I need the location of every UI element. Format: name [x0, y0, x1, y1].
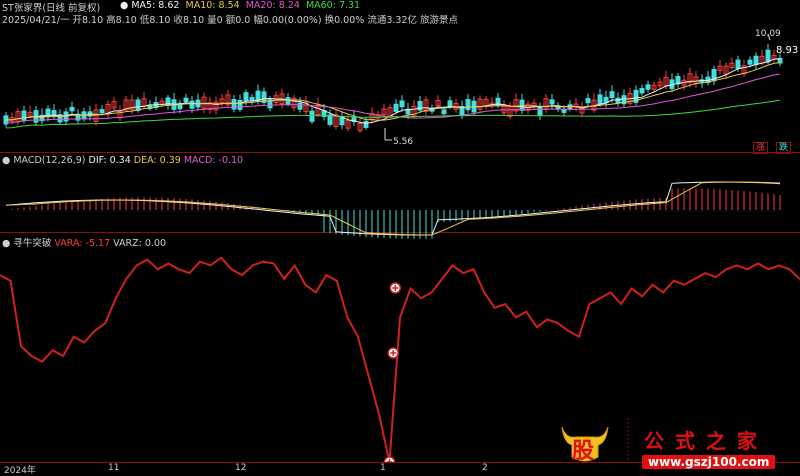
price-candle-body [537, 106, 543, 116]
price-candle-body [99, 109, 105, 114]
macd-dea-line [5, 181, 781, 236]
price-candle-body [549, 99, 555, 105]
price-candle-body [465, 99, 471, 111]
price-candle-body [363, 120, 369, 128]
price-candle-body [255, 90, 261, 102]
x-label-12: 12 [235, 463, 247, 473]
brand-url[interactable]: www.gszj100.com [642, 455, 776, 469]
price-candle-body [585, 98, 591, 104]
macd-dif-line [5, 181, 781, 236]
price-candle-body [183, 97, 189, 103]
price-candle-body [609, 91, 615, 99]
price-candle-body [297, 102, 303, 110]
price-candle-body [309, 110, 315, 122]
brand-name: 公 式 之 家 [644, 429, 759, 453]
x-label-11: 11 [108, 463, 120, 473]
price-candle-body [189, 100, 195, 109]
price-candle-body [135, 99, 141, 111]
logo-char: 股 [572, 439, 595, 464]
price-candle-body [753, 55, 759, 66]
price-candle-body [243, 92, 249, 101]
x-label-2024: 2024年 [4, 466, 36, 476]
price-candle-body [447, 100, 453, 108]
bull-logo-icon: 股 [560, 421, 610, 464]
price-candle-body [765, 49, 771, 63]
price-candle-body [735, 59, 741, 70]
x-label-2: 2 [482, 463, 488, 473]
price-candle-body [393, 103, 399, 112]
price-candle-body [285, 97, 291, 105]
chart-canvas [0, 33, 800, 468]
x-label-1: 1 [380, 463, 386, 473]
price-candle-body [639, 88, 645, 94]
price-candle-body [747, 59, 753, 65]
price-candle-body [399, 100, 405, 108]
price-candle-body [237, 99, 243, 110]
high-marker-line [767, 33, 771, 41]
price-candle-body [69, 106, 75, 112]
price-candle-body [21, 110, 27, 121]
price-candle-body [441, 109, 447, 115]
watermark-logo: 股 公 式 之 家 www.gszj100.com [556, 417, 800, 475]
price-candle-body [645, 84, 651, 90]
price-candle-body [615, 97, 621, 104]
price-candle-body [597, 94, 603, 105]
